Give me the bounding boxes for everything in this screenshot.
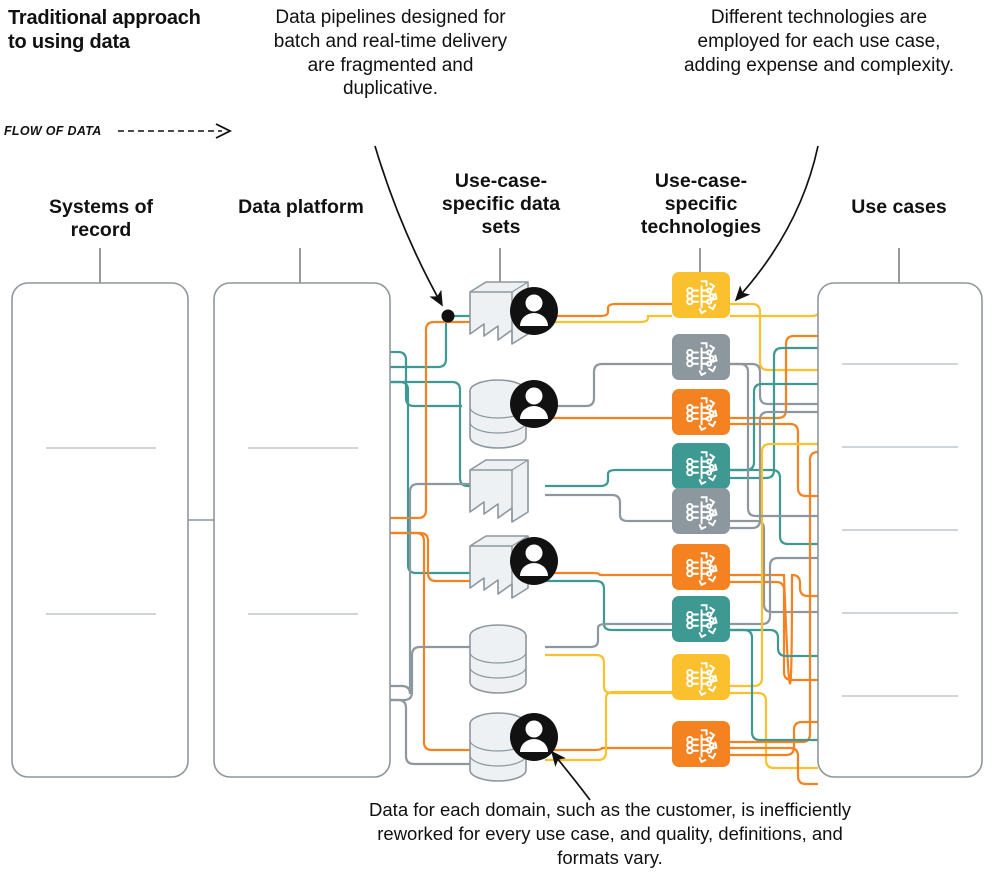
connector-wires xyxy=(385,296,835,786)
technology-chip-0[interactable] xyxy=(672,272,730,318)
dataset-avatar-2 xyxy=(510,380,558,428)
technology-chip-5[interactable] xyxy=(672,544,730,590)
dataset-avatar-1 xyxy=(510,287,558,335)
technology-chip-7[interactable] xyxy=(672,654,730,700)
systems-of-record-box xyxy=(11,282,189,778)
dataset-icon-files xyxy=(469,459,529,523)
technology-chip-8[interactable] xyxy=(672,721,730,767)
technology-chip-3[interactable] xyxy=(672,443,730,489)
dataset-icon-database xyxy=(469,624,527,694)
flow-of-data-arrow-icon xyxy=(118,123,233,139)
dataset-avatar-4 xyxy=(510,713,558,761)
callout-arrow-technologies xyxy=(734,145,819,302)
dataset-avatar-3 xyxy=(510,537,558,585)
technology-chip-1[interactable] xyxy=(672,334,730,380)
technology-chip-4[interactable] xyxy=(672,488,730,534)
technology-chip-6[interactable] xyxy=(672,596,730,642)
data-platform-box xyxy=(213,282,391,778)
callout-arrow-pipelines xyxy=(374,145,443,307)
technology-chip-2[interactable] xyxy=(672,389,730,435)
